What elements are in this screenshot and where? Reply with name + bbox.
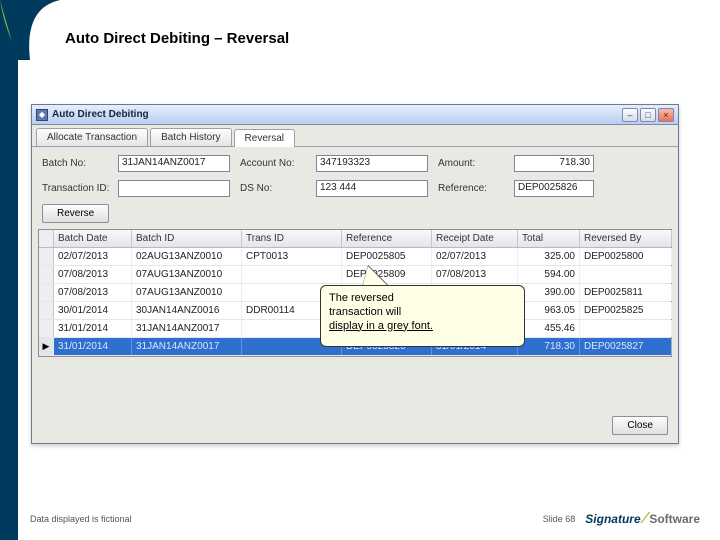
maximize-button[interactable]: □ bbox=[640, 108, 656, 122]
row-indicator-icon: ▶ bbox=[39, 338, 54, 355]
row-indicator-icon bbox=[39, 302, 54, 319]
brand-word-signature: Signature bbox=[585, 512, 640, 526]
callout-line-3: display in a grey font. bbox=[329, 320, 516, 334]
table-cell: 07AUG13ANZ0010 bbox=[132, 284, 242, 301]
table-cell: 31JAN14ANZ0017 bbox=[132, 320, 242, 337]
table-cell: 07AUG13ANZ0010 bbox=[132, 266, 242, 283]
app-icon: ◆ bbox=[36, 109, 48, 121]
table-cell: DEP0025800 bbox=[580, 248, 672, 265]
minimize-button[interactable]: – bbox=[622, 108, 638, 122]
table-cell bbox=[580, 266, 672, 283]
table-cell: 31/01/2014 bbox=[54, 338, 132, 355]
brand-slash-icon: ∕ bbox=[644, 510, 647, 528]
label-account-no: Account No: bbox=[240, 158, 306, 169]
table-cell: 390.00 bbox=[518, 284, 580, 301]
table-cell: 31JAN14ANZ0017 bbox=[132, 338, 242, 355]
window-titlebar: ◆ Auto Direct Debiting – □ × bbox=[32, 105, 678, 125]
close-button[interactable]: Close bbox=[612, 416, 668, 435]
label-amount: Amount: bbox=[438, 158, 504, 169]
app-window: ◆ Auto Direct Debiting – □ × Allocate Tr… bbox=[31, 104, 679, 444]
col-trans-id[interactable]: Trans ID bbox=[242, 230, 342, 247]
table-cell: DEP0025811 bbox=[580, 284, 672, 301]
col-reversed-by[interactable]: Reversed By bbox=[580, 230, 672, 247]
slide-title: Auto Direct Debiting – Reversal bbox=[65, 30, 289, 47]
callout-line-2: transaction will bbox=[329, 306, 516, 320]
tab-reversal[interactable]: Reversal bbox=[234, 129, 295, 147]
label-trans-id: Transaction ID: bbox=[42, 183, 108, 194]
field-ds-no[interactable]: 123 444 bbox=[316, 180, 428, 197]
table-cell: 325.00 bbox=[518, 248, 580, 265]
tab-batch-history[interactable]: Batch History bbox=[150, 128, 231, 146]
table-cell: 963.05 bbox=[518, 302, 580, 319]
label-ds-no: DS No: bbox=[240, 183, 306, 194]
reversal-form: Batch No: 31JAN14ANZ0017 Account No: 347… bbox=[32, 147, 678, 203]
table-cell: 02AUG13ANZ0010 bbox=[132, 248, 242, 265]
footnote-text: Data displayed is fictional bbox=[30, 514, 132, 524]
row-indicator-icon bbox=[39, 266, 54, 283]
label-reference: Reference: bbox=[438, 183, 504, 194]
table-cell bbox=[580, 320, 672, 337]
callout-line-1: The reversed bbox=[329, 292, 516, 306]
grid-header-row: Batch Date Batch ID Trans ID Reference R… bbox=[39, 230, 671, 248]
table-cell: 718.30 bbox=[518, 338, 580, 355]
table-cell bbox=[242, 266, 342, 283]
col-total[interactable]: Total bbox=[518, 230, 580, 247]
table-cell: 02/07/2013 bbox=[54, 248, 132, 265]
field-account-no[interactable]: 347193323 bbox=[316, 155, 428, 172]
brand-swoosh-icon bbox=[0, 0, 60, 60]
table-cell: 594.00 bbox=[518, 266, 580, 283]
col-batch-id[interactable]: Batch ID bbox=[132, 230, 242, 247]
table-cell: 07/08/2013 bbox=[432, 266, 518, 283]
table-cell: 30JAN14ANZ0016 bbox=[132, 302, 242, 319]
table-row[interactable]: 07/08/201307AUG13ANZ0010DEP002580907/08/… bbox=[39, 266, 671, 284]
slide-accent-bar bbox=[0, 0, 18, 540]
col-batch-date[interactable]: Batch Date bbox=[54, 230, 132, 247]
table-cell: 30/01/2014 bbox=[54, 302, 132, 319]
col-receipt-date[interactable]: Receipt Date bbox=[432, 230, 518, 247]
reverse-button[interactable]: Reverse bbox=[42, 204, 109, 223]
tab-allocate-transaction[interactable]: Allocate Transaction bbox=[36, 128, 148, 146]
table-cell: 07/08/2013 bbox=[54, 266, 132, 283]
table-cell: DEP0025805 bbox=[342, 248, 432, 265]
row-indicator-icon bbox=[39, 248, 54, 265]
grid-header-gutter bbox=[39, 230, 54, 247]
close-window-button[interactable]: × bbox=[658, 108, 674, 122]
table-cell: 02/07/2013 bbox=[432, 248, 518, 265]
slide-footer: Data displayed is fictional Slide 68 Sig… bbox=[30, 510, 700, 528]
table-cell: 31/01/2014 bbox=[54, 320, 132, 337]
annotation-callout: The reversed transaction will display in… bbox=[320, 285, 525, 347]
row-indicator-icon bbox=[39, 320, 54, 337]
field-amount[interactable]: 718.30 bbox=[514, 155, 594, 172]
window-title: Auto Direct Debiting bbox=[52, 109, 149, 120]
table-cell: CPT0013 bbox=[242, 248, 342, 265]
table-cell: DEP0025825 bbox=[580, 302, 672, 319]
table-row[interactable]: 02/07/201302AUG13ANZ0010CPT0013DEP002580… bbox=[39, 248, 671, 266]
slide-pager: Slide 68 bbox=[543, 514, 576, 524]
row-indicator-icon bbox=[39, 284, 54, 301]
field-reference[interactable]: DEP0025826 bbox=[514, 180, 594, 197]
table-cell: DEP0025827 bbox=[580, 338, 672, 355]
label-batch-no: Batch No: bbox=[42, 158, 108, 169]
table-cell: 455.46 bbox=[518, 320, 580, 337]
brand-word-software: Software bbox=[649, 512, 700, 526]
field-batch-no[interactable]: 31JAN14ANZ0017 bbox=[118, 155, 230, 172]
field-trans-id[interactable] bbox=[118, 180, 230, 197]
tab-strip: Allocate Transaction Batch History Rever… bbox=[32, 125, 678, 147]
col-reference[interactable]: Reference bbox=[342, 230, 432, 247]
brand-logo: Signature ∕ Software bbox=[585, 510, 700, 528]
table-cell: 07/08/2013 bbox=[54, 284, 132, 301]
